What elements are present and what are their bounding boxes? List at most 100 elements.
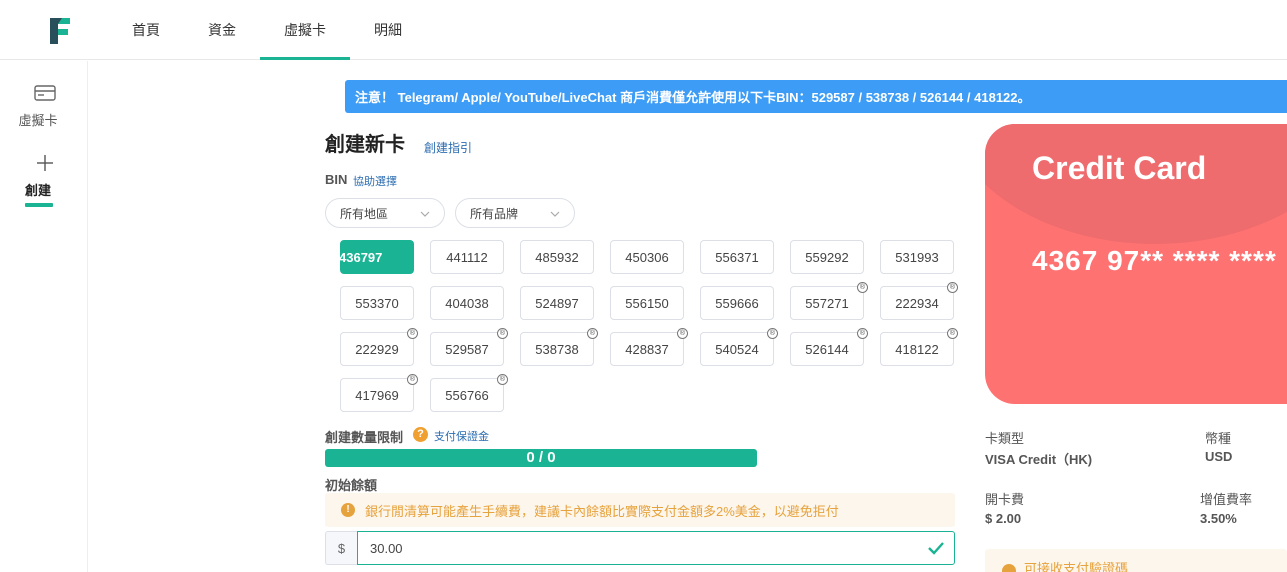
region-select-value: 所有地區: [340, 206, 389, 221]
bin-option[interactable]: 417969 ®: [340, 374, 418, 412]
bin-option[interactable]: 553370: [340, 286, 414, 320]
registered-icon: ®: [587, 328, 598, 339]
bin-option-label: 556766: [445, 387, 489, 403]
bin-option-label: 538738: [535, 341, 579, 357]
plus-icon: [37, 155, 53, 171]
bin-option[interactable]: 428837 ®: [610, 328, 688, 366]
notice-banner: 注意！ Telegram/ Apple/ YouTube/LiveChat 商戶…: [345, 80, 1287, 113]
topup-rate-value: 3.50%: [1200, 511, 1237, 526]
bin-option-label: 559292: [805, 249, 849, 265]
bin-help-link[interactable]: 協助選擇: [353, 173, 397, 189]
verify-code-text: 可接收支付驗證碼: [1024, 561, 1129, 572]
bin-option-label: 540524: [715, 341, 759, 357]
bin-option[interactable]: 538738 ®: [520, 328, 598, 366]
bin-option[interactable]: 556371: [700, 240, 774, 274]
initial-balance-input[interactable]: [357, 531, 955, 565]
bin-option[interactable]: 557271 ®: [790, 282, 868, 320]
bin-option-label: 404038: [445, 295, 489, 311]
bin-option-label: 418122: [895, 341, 939, 357]
registered-icon: ®: [767, 328, 778, 339]
bin-option-label: 450306: [625, 249, 669, 265]
pay-deposit-link[interactable]: 支付保證金: [434, 428, 489, 444]
create-limit-progress: 0 / 0: [325, 449, 757, 467]
question-icon[interactable]: ?: [413, 427, 428, 442]
bin-option[interactable]: 556150: [610, 286, 684, 320]
bin-option[interactable]: 222929 ®: [340, 328, 418, 366]
bin-option-label: 524897: [535, 295, 579, 311]
registered-icon: ®: [857, 282, 868, 293]
bin-option[interactable]: 526144 ®: [790, 328, 868, 366]
bin-option[interactable]: 485932: [520, 240, 594, 274]
registered-icon: ®: [947, 328, 958, 339]
check-icon: [928, 542, 944, 555]
bin-option[interactable]: 540524 ®: [700, 328, 778, 366]
registered-icon: ®: [407, 328, 418, 339]
sidebar-item-create[interactable]: 創建: [0, 153, 76, 199]
registered-icon: ®: [407, 374, 418, 385]
bin-option-label: 485932: [535, 249, 579, 265]
brand-select[interactable]: 所有品牌: [455, 198, 575, 228]
warning-icon: [1002, 564, 1016, 572]
bin-option[interactable]: 441112: [430, 240, 504, 274]
fee-warning: ! 銀行閒清算可能產生手續費，建議卡內餘額比實際支付金額多2%美金，以避免拒付: [325, 493, 955, 527]
bin-option[interactable]: 450306: [610, 240, 684, 274]
region-select[interactable]: 所有地區: [325, 198, 445, 228]
bin-option[interactable]: 559666: [700, 286, 774, 320]
initial-balance-label: 初始餘額: [325, 478, 378, 493]
main-nav: 首頁 資金 虛擬卡 明細: [108, 0, 426, 60]
card-type-value: VISA Credit（HK): [985, 452, 1093, 467]
sidebar-item-virtual-card[interactable]: 虛擬卡: [0, 83, 76, 129]
warning-icon: !: [341, 503, 355, 517]
nav-virtual-card[interactable]: 虛擬卡: [260, 0, 350, 60]
bin-option[interactable]: 556766 ®: [430, 374, 508, 412]
card-fee-value: $ 2.00: [985, 511, 1022, 526]
bin-label: BIN: [325, 172, 348, 187]
bin-option[interactable]: 222934 ®: [880, 282, 958, 320]
bin-option-label: 559666: [715, 295, 759, 311]
registered-icon: ®: [857, 328, 868, 339]
bin-option-label: 531993: [895, 249, 939, 265]
bin-option-label: 556371: [715, 249, 759, 265]
page-title: 創建新卡: [325, 134, 405, 156]
registered-icon: ®: [677, 328, 688, 339]
bin-option-label: 556150: [625, 295, 669, 311]
top-navbar: 首頁 資金 虛擬卡 明細: [0, 0, 1287, 60]
card-type-label: 卡類型: [985, 431, 1025, 446]
bin-option[interactable]: 418122 ®: [880, 328, 958, 366]
registered-icon: ®: [947, 282, 958, 293]
chevron-down-icon: [420, 211, 430, 217]
bin-option-label: 529587: [445, 341, 489, 357]
bin-option[interactable]: 529587 ®: [430, 328, 508, 366]
nav-details[interactable]: 明細: [350, 0, 426, 60]
nav-home[interactable]: 首頁: [108, 0, 184, 60]
bin-option[interactable]: 559292: [790, 240, 864, 274]
currency-label: 幣種: [1205, 431, 1232, 446]
bin-option[interactable]: 524897: [520, 286, 594, 320]
bin-grid: 436797 441112 485932 450306 556371 559292 5319…: [339, 240, 960, 412]
credit-card-icon: [34, 85, 56, 101]
bin-option-label: 417969: [355, 387, 399, 403]
bin-option[interactable]: 531993: [880, 240, 954, 274]
bin-option[interactable]: 404038: [430, 286, 504, 320]
topup-rate-label: 增值費率: [1200, 492, 1253, 507]
sidebar: 虛擬卡 創建: [0, 61, 88, 572]
bin-option-label: 428837: [625, 341, 669, 357]
registered-icon: ®: [497, 328, 508, 339]
create-limit-label: 創建數量限制: [325, 430, 404, 445]
card-fee-label: 開卡費: [985, 492, 1025, 507]
bin-option-label: 436797: [339, 249, 383, 265]
logo-icon[interactable]: [48, 16, 72, 46]
bin-option[interactable]: 436797: [339, 240, 414, 274]
card-number: 4367 97** **** ****: [1032, 245, 1277, 276]
bin-option-label: 441112: [446, 249, 488, 265]
chevron-down-icon: [550, 211, 560, 217]
currency-prefix: $: [325, 531, 357, 565]
create-guide-link[interactable]: 創建指引: [424, 139, 472, 156]
fee-warning-text: 銀行閒清算可能產生手續費，建議卡內餘額比實際支付金額多2%美金，以避免拒付: [365, 503, 839, 519]
brand-select-value: 所有品牌: [470, 206, 519, 221]
registered-icon: ®: [497, 374, 508, 385]
bin-option-label: 557271: [805, 295, 849, 311]
sidebar-item-label: 創建: [24, 183, 51, 198]
nav-funds[interactable]: 資金: [184, 0, 260, 60]
bin-option-label: 222934: [895, 295, 939, 311]
